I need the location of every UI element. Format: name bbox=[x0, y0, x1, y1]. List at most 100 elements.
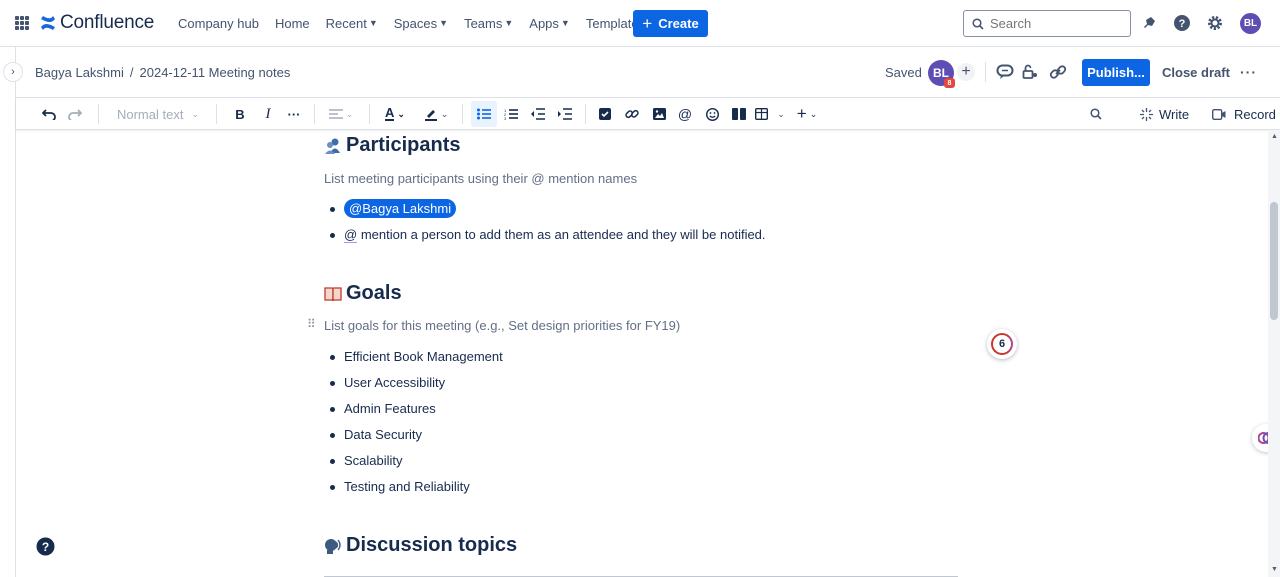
nav-teams[interactable]: Teams ▼ bbox=[456, 16, 521, 31]
help-icon[interactable]: ? bbox=[36, 537, 55, 559]
comment-count-badge: 6 bbox=[991, 333, 1013, 355]
scrollbar-thumb[interactable] bbox=[1270, 202, 1278, 320]
action-item-checkbox-icon[interactable] bbox=[598, 106, 612, 122]
alignment-icon[interactable]: ⌄ bbox=[328, 106, 354, 122]
highlight-icon[interactable]: ⌄ bbox=[423, 106, 449, 122]
svg-text:?: ? bbox=[42, 540, 49, 554]
outdent-icon[interactable] bbox=[531, 106, 545, 122]
goal-text: User Accessibility bbox=[344, 375, 446, 390]
help-icon[interactable]: ? bbox=[1173, 14, 1191, 32]
scrollbar[interactable]: ▲ ▼ bbox=[1268, 130, 1280, 577]
discussion-title: Discussion topics bbox=[346, 534, 518, 556]
nav-recent[interactable]: Recent ▼ bbox=[318, 16, 386, 31]
comment-icon[interactable] bbox=[996, 64, 1014, 83]
user-mention[interactable]: @Bagya Lakshmi bbox=[344, 199, 457, 218]
goal-text: Testing and Reliability bbox=[344, 479, 470, 494]
book-emoji-icon bbox=[324, 286, 342, 301]
undo-icon[interactable] bbox=[41, 106, 57, 122]
search-box[interactable] bbox=[963, 10, 1131, 37]
numbered-list-icon[interactable]: 123 bbox=[504, 106, 518, 122]
breadcrumb-space[interactable]: Bagya Lakshmi bbox=[35, 65, 124, 80]
bold-icon[interactable]: B bbox=[233, 106, 247, 122]
list-item[interactable]: Admin Features bbox=[324, 399, 503, 425]
list-item[interactable]: Efficient Book Management bbox=[324, 347, 503, 373]
goal-text: Scalability bbox=[344, 453, 403, 468]
mention-icon[interactable]: @ bbox=[678, 106, 692, 122]
notifications-icon[interactable] bbox=[1140, 14, 1158, 32]
goals-heading: Goals bbox=[324, 282, 402, 305]
profile-avatar[interactable]: BL bbox=[1240, 13, 1261, 34]
record-button[interactable]: Record bbox=[1212, 106, 1276, 122]
svg-text:3: 3 bbox=[504, 116, 507, 120]
nav-label: Teams bbox=[464, 16, 503, 31]
scroll-down-icon[interactable]: ▼ bbox=[1271, 566, 1278, 573]
goals-list: Efficient Book Management User Accessibi… bbox=[324, 347, 503, 503]
publish-button[interactable]: Publish... bbox=[1082, 59, 1150, 86]
emoji-icon[interactable] bbox=[705, 106, 719, 122]
toolbar-divider bbox=[98, 104, 99, 124]
nav-label: Company hub bbox=[178, 16, 259, 31]
list-item[interactable]: User Accessibility bbox=[324, 373, 503, 399]
list-item[interactable]: @Bagya Lakshmi bbox=[324, 199, 766, 225]
text-style-dropdown[interactable]: Normal text ⌄ bbox=[112, 106, 204, 122]
ai-write-button[interactable]: Write bbox=[1140, 106, 1189, 122]
inline-comments-button[interactable]: 6 bbox=[987, 329, 1017, 359]
toolbar-divider bbox=[585, 104, 586, 124]
indent-icon[interactable] bbox=[558, 106, 572, 122]
more-formatting-icon[interactable]: ··· bbox=[287, 106, 301, 122]
find-replace-search-icon[interactable] bbox=[1088, 106, 1104, 122]
record-label: Record bbox=[1234, 106, 1276, 122]
search-input[interactable] bbox=[990, 16, 1110, 31]
bullet-list-icon[interactable] bbox=[471, 101, 497, 127]
italic-icon[interactable]: I bbox=[261, 106, 275, 122]
list-item[interactable]: Scalability bbox=[324, 451, 503, 477]
toolbar-divider bbox=[462, 104, 463, 124]
chevron-down-icon: ▼ bbox=[439, 17, 449, 28]
list-item[interactable]: Testing and Reliability bbox=[324, 477, 503, 503]
plus-icon: + bbox=[642, 14, 653, 33]
primary-nav: Company hub Home Recent ▼ Spaces ▼ Teams ▼ … bbox=[170, 0, 653, 47]
list-item[interactable]: Data Security bbox=[324, 425, 503, 451]
collaborator-avatar[interactable]: BL 8 bbox=[928, 60, 955, 88]
breadcrumb-page[interactable]: 2024-12-11 Meeting notes bbox=[140, 65, 291, 80]
app-switcher-icon[interactable] bbox=[15, 16, 29, 30]
more-actions-icon[interactable]: ··· bbox=[1240, 64, 1257, 80]
chevron-down-icon: ▼ bbox=[504, 17, 514, 28]
goals-placeholder: List goals for this meeting (e.g., Set d… bbox=[324, 318, 681, 333]
text-color-icon[interactable]: A ⌄ bbox=[383, 106, 407, 122]
text-style-label: Normal text bbox=[116, 106, 184, 122]
create-label: Create bbox=[658, 16, 699, 31]
goal-text: Efficient Book Management bbox=[344, 349, 503, 364]
close-draft-button[interactable]: Close draft bbox=[1162, 65, 1230, 80]
add-collaborator-icon[interactable]: + bbox=[957, 63, 975, 81]
saved-status: Saved bbox=[885, 65, 922, 80]
link-icon[interactable] bbox=[625, 106, 639, 122]
avatar-badge: 8 bbox=[944, 78, 955, 88]
chevron-down-icon: ▼ bbox=[560, 17, 570, 28]
insert-more-icon[interactable]: + ⌄ bbox=[794, 104, 820, 123]
nav-home[interactable]: Home bbox=[267, 16, 318, 31]
table-icon[interactable]: ⌄ bbox=[755, 106, 785, 122]
layouts-icon[interactable] bbox=[731, 106, 747, 122]
nav-company-hub[interactable]: Company hub bbox=[170, 16, 267, 31]
toolbar-divider bbox=[314, 104, 315, 124]
list-item[interactable]: @ mention a person to add them as an att… bbox=[324, 225, 766, 251]
copy-link-icon[interactable] bbox=[1049, 64, 1067, 83]
chevron-down-icon: ⌄ bbox=[191, 108, 199, 119]
participants-list: @Bagya Lakshmi @ mention a person to add… bbox=[324, 199, 766, 251]
scroll-up-icon[interactable]: ▲ bbox=[1271, 133, 1278, 140]
create-button[interactable]: + Create bbox=[633, 10, 708, 37]
confluence-logo[interactable]: Confluence bbox=[40, 12, 154, 34]
breadcrumb: Bagya Lakshmi / 2024-12-11 Meeting notes bbox=[35, 65, 290, 80]
redo-icon[interactable] bbox=[67, 106, 83, 122]
speaking-head-emoji-icon bbox=[325, 538, 341, 554]
restrictions-lock-icon[interactable] bbox=[1022, 64, 1038, 83]
settings-gear-icon[interactable] bbox=[1206, 14, 1224, 32]
nav-apps[interactable]: Apps ▼ bbox=[521, 16, 578, 31]
participants-placeholder: List meeting participants using their @ … bbox=[324, 171, 638, 186]
nav-spaces[interactable]: Spaces ▼ bbox=[386, 16, 456, 31]
chevron-down-icon: ▼ bbox=[368, 17, 378, 28]
drag-handle-icon[interactable]: ⠿ bbox=[307, 318, 316, 330]
expand-sidebar-button[interactable]: › bbox=[3, 62, 23, 82]
image-icon[interactable] bbox=[652, 106, 666, 122]
